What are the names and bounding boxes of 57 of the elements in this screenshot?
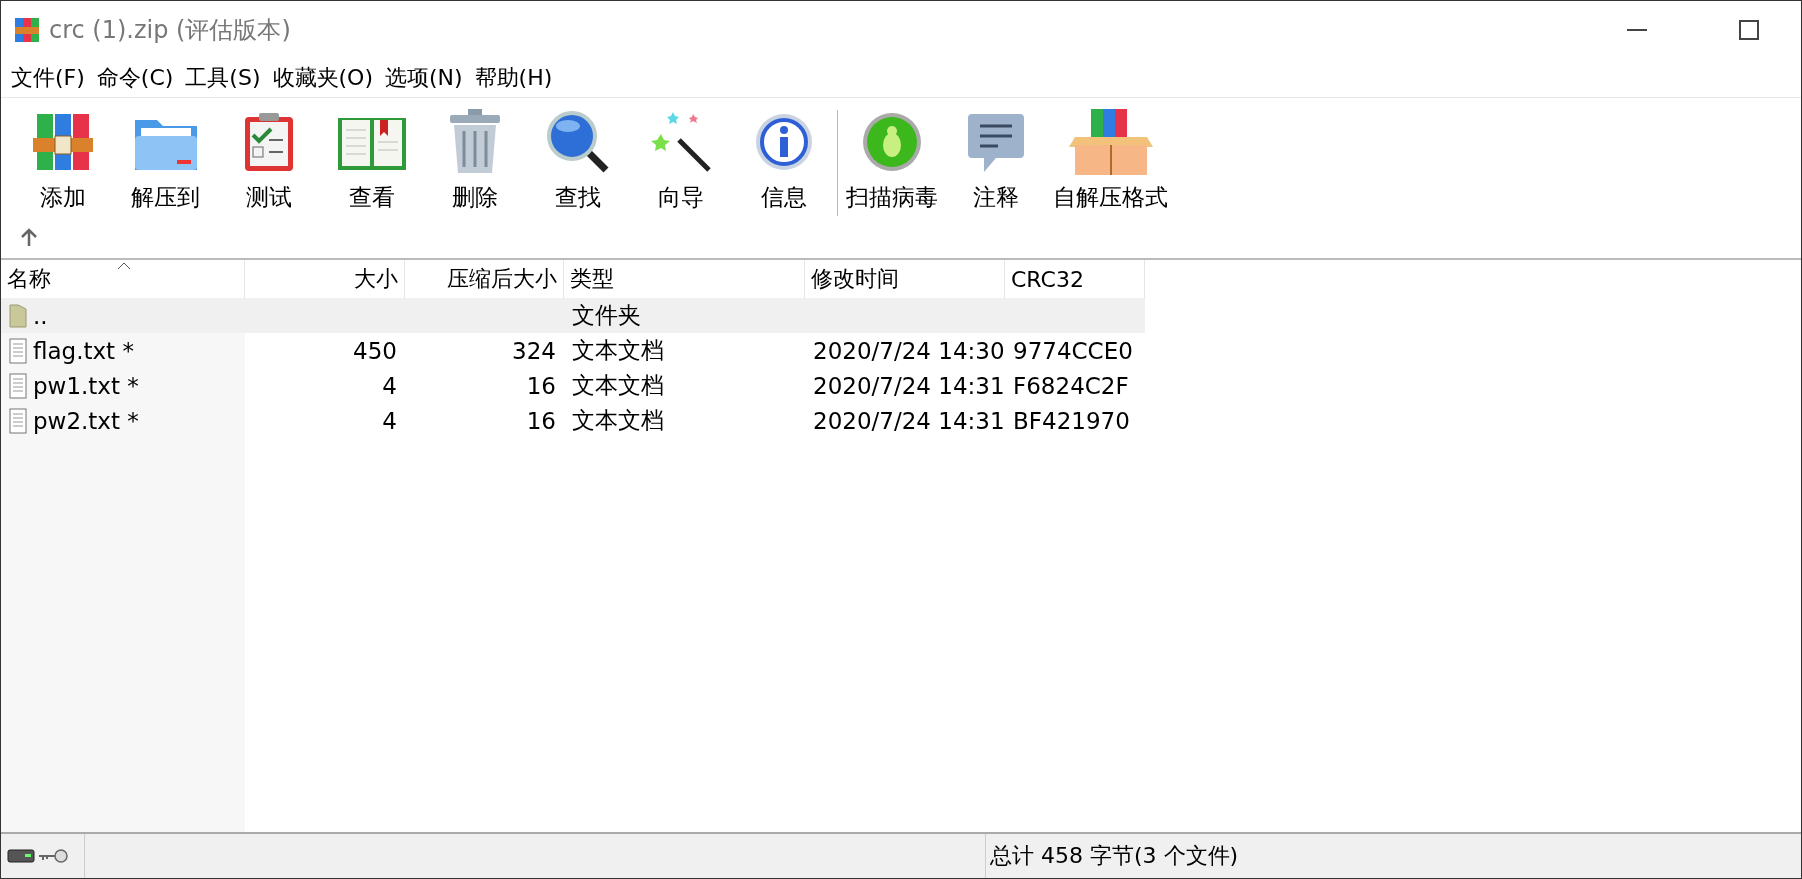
file-name: .. — [33, 302, 48, 329]
menu-item[interactable]: 工具(S) — [183, 63, 263, 93]
trash-can-icon — [447, 109, 502, 175]
table-cell-text: 文本文档 — [571, 336, 665, 365]
text-file-icon — [9, 407, 27, 434]
folder-icon — [9, 303, 27, 328]
menu-item[interactable]: 选项(N) — [383, 63, 465, 93]
toolbar-button[interactable]: 查找 — [526, 106, 629, 213]
table-cell-text: 16 — [525, 406, 557, 436]
table-cell-text: 9774CCE0 — [1012, 336, 1134, 366]
menu-item[interactable]: 文件(F) — [9, 63, 87, 93]
text-file-icon — [9, 372, 27, 399]
table-cell-text: 4 — [381, 371, 398, 401]
box-icon — [1068, 109, 1153, 175]
toolbar-button[interactable]: 信息 — [732, 106, 835, 213]
minimize-icon — [1627, 29, 1647, 31]
toolbar-button[interactable]: 向导 — [629, 106, 732, 213]
up-arrow-icon[interactable] — [19, 227, 39, 247]
checklist-icon — [242, 111, 295, 173]
file-name: flag.txt * — [33, 337, 134, 364]
window-title: crc (1).zip (评估版本) — [49, 15, 292, 46]
info-icon — [753, 112, 814, 172]
status-summary: 总计 458 字节(3 个文件) — [989, 842, 1239, 870]
table-cell-text: 2020/7/24 14:31 — [812, 406, 1005, 436]
toolbar-button[interactable]: 测试 — [217, 106, 320, 213]
table-cell-text: 文件夹 — [571, 301, 642, 330]
toolbar-button[interactable]: 自解压格式 — [1047, 106, 1174, 213]
text-file-icon — [9, 337, 27, 364]
menu-item[interactable]: 收藏夹(O) — [270, 63, 375, 93]
table-cell-text: 2020/7/24 14:31 — [812, 371, 1005, 401]
toolbar-button[interactable]: 删除 — [423, 106, 526, 213]
table-cell-text: F6824C2F — [1012, 371, 1130, 401]
key-icon — [37, 848, 69, 864]
toolbar-button[interactable]: 添加 — [11, 106, 114, 213]
table-cell-text: BF421970 — [1012, 406, 1131, 436]
maximize-icon — [1739, 20, 1759, 40]
toolbar-button[interactable]: 注释 — [944, 106, 1047, 213]
file-name: pw1.txt * — [33, 372, 139, 399]
drive-icon — [7, 849, 35, 863]
table-cell-text: 文本文档 — [571, 371, 665, 400]
toolbar-button[interactable]: 扫描病毒 — [840, 106, 944, 213]
table-cell-text: 2020/7/24 14:30 — [812, 336, 1005, 366]
table-cell-text: 324 — [511, 336, 557, 366]
menu-item[interactable]: 帮助(H) — [472, 63, 555, 93]
toolbar-button[interactable]: 查看 — [320, 106, 423, 213]
file-name: pw2.txt * — [33, 407, 139, 434]
folder-row[interactable]: .. 文件夹 — [1, 298, 1145, 333]
menu-item[interactable]: 命令(C) — [94, 63, 176, 93]
app-icon — [13, 16, 41, 44]
table-cell-text: 450 — [352, 336, 398, 366]
table-cell-text: 16 — [525, 371, 557, 401]
magnifier-icon — [545, 110, 610, 174]
column-header[interactable]: 名称 — [1, 260, 245, 298]
table-cell-text: 4 — [381, 406, 398, 436]
sort-caret-icon — [117, 262, 131, 270]
toolbar-button[interactable]: 解压到 — [114, 106, 217, 213]
table-cell-text: 文本文档 — [571, 406, 665, 435]
